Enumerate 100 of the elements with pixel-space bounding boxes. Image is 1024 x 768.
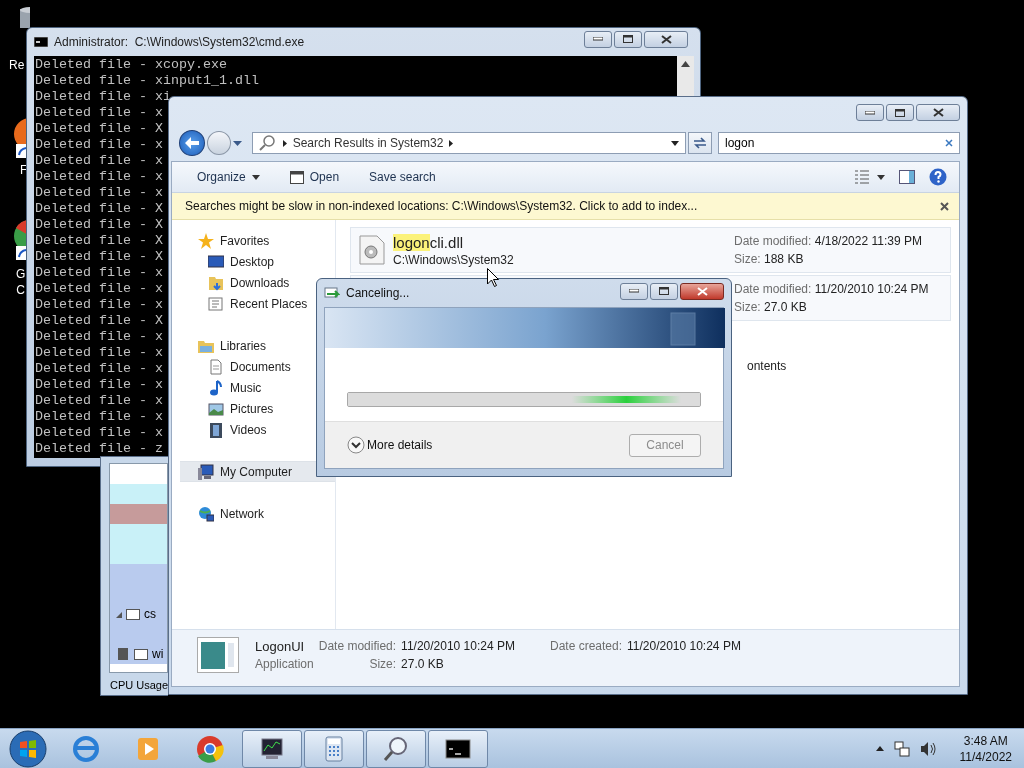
search-icon bbox=[258, 135, 275, 151]
application-icon bbox=[197, 637, 239, 673]
window-title: Canceling... bbox=[346, 286, 411, 300]
file-name: logoncli.dll bbox=[393, 233, 465, 251]
console-line: Deleted file - x bbox=[35, 281, 163, 296]
detail-label: Size: bbox=[368, 657, 397, 671]
maximize-button[interactable] bbox=[650, 282, 678, 300]
window-icon bbox=[126, 608, 140, 620]
clear-icon[interactable] bbox=[945, 139, 954, 147]
date-modified: Date modified: 4/18/2022 11:39 PM bbox=[734, 234, 923, 248]
console-line: Deleted file - x bbox=[35, 329, 163, 344]
info-message[interactable]: Searches might be slow in non-indexed locations: C:\Windows\System32. Click to add to index... bbox=[185, 199, 698, 213]
close-button[interactable] bbox=[644, 30, 688, 48]
scroll-up-icon[interactable] bbox=[681, 61, 690, 67]
maximize-icon bbox=[623, 35, 633, 43]
console-line: Deleted file - X bbox=[35, 313, 163, 328]
nav-item[interactable]: Favorites bbox=[172, 230, 335, 251]
browser-icon bbox=[72, 734, 100, 763]
console-line: Deleted file - x bbox=[35, 361, 163, 376]
nav-item[interactable]: My Computer bbox=[180, 461, 335, 482]
toolbar-button[interactable]: Open bbox=[281, 167, 348, 187]
console-line: Deleted file - X bbox=[35, 201, 163, 216]
date-modified: Date modified: 11/20/2010 10:24 PM bbox=[734, 282, 930, 296]
close-icon bbox=[660, 34, 672, 44]
menu-button[interactable]: Organize bbox=[189, 167, 268, 187]
file-type: Application bbox=[255, 657, 314, 671]
search-again-link[interactable]: ontents bbox=[747, 359, 951, 373]
close-button[interactable] bbox=[916, 104, 960, 121]
console-line: Deleted file - x bbox=[35, 393, 163, 408]
dropdown-arrow-icon[interactable] bbox=[671, 140, 680, 146]
process-row[interactable]: wi bbox=[110, 644, 167, 664]
search-field[interactable]: logon bbox=[718, 132, 961, 154]
minimize-icon bbox=[865, 110, 875, 115]
close-icon bbox=[932, 108, 944, 117]
minimize-icon bbox=[593, 37, 603, 41]
taskbar-button[interactable] bbox=[242, 729, 302, 768]
chevron-down-icon bbox=[347, 436, 365, 454]
detail-label: Date created: bbox=[549, 639, 622, 653]
open-file-icon bbox=[289, 170, 304, 184]
file-size: Size: 27.0 KB bbox=[734, 300, 808, 314]
star-icon bbox=[198, 232, 214, 249]
volume-icon[interactable] bbox=[919, 741, 936, 756]
view-options-icon[interactable] bbox=[855, 170, 885, 184]
copy-icon bbox=[324, 286, 340, 300]
film-icon bbox=[208, 421, 224, 438]
console-line: Deleted file - x bbox=[35, 409, 163, 424]
settings-file-icon bbox=[359, 235, 385, 265]
search-result[interactable]: logoncli.dll C:\Windows\System32 Date modified: 4/18/2022 11:39 PM Size: 188 KB bbox=[350, 227, 951, 273]
console-line: Deleted file - xcopy.exe bbox=[35, 57, 227, 72]
console-line: Deleted file - x bbox=[35, 377, 163, 392]
nav-item[interactable]: Desktop bbox=[172, 251, 335, 272]
console-icon bbox=[34, 37, 48, 47]
process-row[interactable]: cs bbox=[110, 604, 167, 624]
info-bar[interactable]: Searches might be slow in non-indexed locations: C:\Windows\System32. Click to add to index... bbox=[172, 193, 959, 220]
console-line: Deleted file - X bbox=[35, 121, 163, 136]
computer-icon bbox=[198, 463, 214, 480]
console-line: Deleted file - x bbox=[35, 265, 163, 280]
breadcrumb[interactable]: Search Results in System32 bbox=[292, 136, 444, 150]
refresh-arrows-icon bbox=[693, 137, 708, 149]
maximize-button[interactable] bbox=[614, 30, 642, 48]
clock-date: 11/4/2022 bbox=[959, 748, 1012, 765]
recent-places-icon bbox=[208, 295, 224, 312]
console-line: Deleted file - X bbox=[35, 249, 163, 264]
back-button[interactable] bbox=[179, 130, 205, 156]
network-icon[interactable] bbox=[893, 740, 910, 757]
process-name: wi bbox=[152, 647, 164, 661]
show-hidden-icons-icon[interactable] bbox=[875, 746, 884, 751]
address-bar[interactable]: Search Results in System32 bbox=[251, 132, 687, 154]
status-label: CPU Usage bbox=[110, 678, 169, 691]
icon-label: Re bbox=[9, 57, 25, 73]
detail-value: 27.0 KB bbox=[401, 657, 445, 671]
console-line: Deleted file - x bbox=[35, 169, 163, 184]
picture-icon bbox=[208, 400, 224, 417]
breadcrumb-arrow-icon bbox=[449, 139, 454, 147]
refresh-button[interactable] bbox=[688, 132, 713, 154]
close-icon[interactable] bbox=[940, 201, 949, 211]
close-icon bbox=[696, 286, 708, 296]
close-button[interactable] bbox=[680, 282, 724, 300]
detail-label: Date modified: bbox=[318, 639, 397, 653]
file-path: C:\Windows\System32 bbox=[393, 252, 515, 267]
start-button[interactable] bbox=[8, 728, 48, 768]
file-size: Size: 188 KB bbox=[734, 252, 805, 266]
preview-pane-icon[interactable] bbox=[899, 170, 915, 184]
taskbar-button[interactable] bbox=[428, 729, 488, 768]
dropdown-arrow-icon bbox=[251, 174, 260, 180]
maximize-button[interactable] bbox=[886, 104, 914, 121]
nav-item[interactable]: Network bbox=[172, 503, 335, 524]
breadcrumb-arrow-icon bbox=[282, 139, 287, 147]
recycle-bin-icon[interactable] bbox=[20, 6, 30, 28]
clock[interactable]: 3:48 AM 11/4/2022 bbox=[959, 732, 1012, 765]
icon-label: G bbox=[16, 266, 26, 282]
toolbar-button[interactable]: Save search bbox=[361, 167, 444, 187]
help-icon[interactable] bbox=[929, 168, 947, 186]
maximize-icon bbox=[895, 108, 905, 117]
console-line: Deleted file - x bbox=[35, 345, 163, 360]
more-details-button[interactable]: More details bbox=[347, 436, 433, 454]
console-line: Deleted file - x bbox=[35, 153, 163, 168]
clock-time: 3:48 AM bbox=[963, 732, 1008, 749]
console-line: Deleted file - x bbox=[35, 425, 163, 440]
icon-label: C bbox=[16, 282, 26, 298]
